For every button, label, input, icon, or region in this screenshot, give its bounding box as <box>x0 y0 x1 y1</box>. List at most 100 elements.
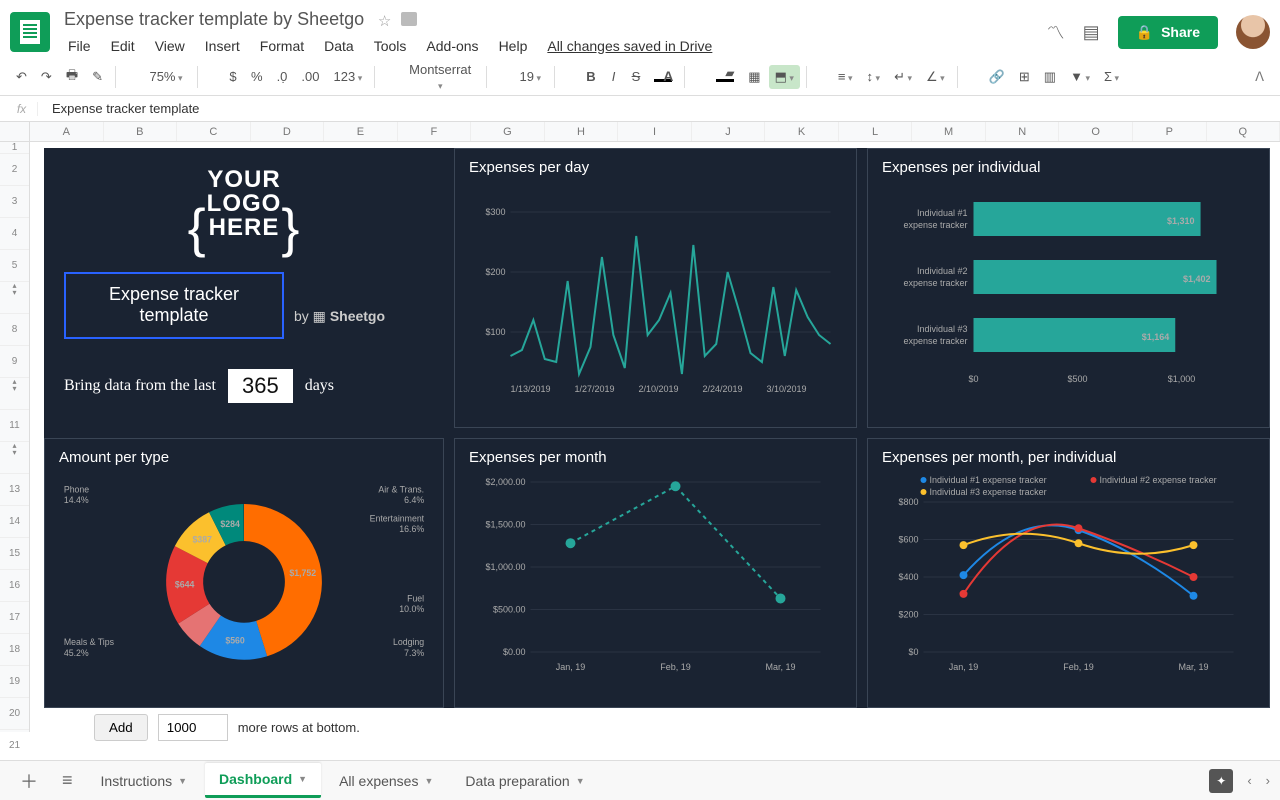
scroll-left-icon[interactable]: ‹ <box>1247 773 1251 788</box>
more-formats[interactable]: 123 <box>327 65 368 88</box>
functions-icon[interactable]: Σ <box>1098 65 1125 88</box>
col-header[interactable]: N <box>986 122 1060 141</box>
row-header[interactable]: 8 <box>0 314 29 346</box>
avatar[interactable] <box>1236 15 1270 49</box>
template-title-box[interactable]: Expense tracker template <box>64 272 284 339</box>
halign-button[interactable]: ≡ <box>832 65 859 88</box>
fill-color-button[interactable] <box>710 64 740 89</box>
row-header[interactable]: 18 <box>0 634 29 666</box>
row-header[interactable]: ▴▾ <box>0 282 29 314</box>
formula-input[interactable]: Expense tracker template <box>38 101 199 116</box>
redo-icon[interactable]: ↷ <box>35 65 58 89</box>
col-header[interactable]: M <box>912 122 986 141</box>
undo-icon[interactable]: ↶ <box>10 65 33 89</box>
row-header[interactable]: 13 <box>0 474 29 506</box>
col-header[interactable]: P <box>1133 122 1207 141</box>
menu-help[interactable]: Help <box>491 34 536 58</box>
menu-tools[interactable]: Tools <box>366 34 415 58</box>
menu-insert[interactable]: Insert <box>197 34 248 58</box>
filter-icon[interactable]: ▼ <box>1064 65 1096 88</box>
scroll-right-icon[interactable]: › <box>1266 773 1270 788</box>
zoom-select[interactable]: 75% <box>141 65 191 88</box>
strike-button[interactable]: S <box>626 65 647 88</box>
row-header[interactable]: 3 <box>0 186 29 218</box>
link-icon[interactable]: 🔗 <box>983 65 1011 89</box>
menu-edit[interactable]: Edit <box>103 34 143 58</box>
row-header[interactable]: 14 <box>0 506 29 538</box>
row-header[interactable]: 15 <box>0 538 29 570</box>
percent-icon[interactable]: % <box>245 65 269 88</box>
dec-decrease-icon[interactable]: .0̣ <box>271 65 294 88</box>
row-header[interactable]: ▴▾ <box>0 378 29 410</box>
all-sheets-icon[interactable]: ≡ <box>52 770 83 791</box>
comment-icon[interactable]: ▤ <box>1083 22 1100 43</box>
menu-add-ons[interactable]: Add-ons <box>418 34 486 58</box>
bold-button[interactable]: B <box>580 65 601 88</box>
menu-format[interactable]: Format <box>252 34 312 58</box>
row-header[interactable]: 16 <box>0 570 29 602</box>
row-header[interactable]: ▴▾ <box>0 442 29 474</box>
rotate-button[interactable]: ∠ <box>920 65 951 89</box>
row-header[interactable]: 1 <box>0 142 29 154</box>
share-button[interactable]: 🔒Share <box>1118 16 1218 49</box>
row-header[interactable]: 19 <box>0 666 29 698</box>
add-rows-input[interactable] <box>158 714 228 741</box>
row-header[interactable]: 11 <box>0 410 29 442</box>
col-header[interactable]: B <box>104 122 178 141</box>
days-input[interactable]: 365 <box>228 369 293 403</box>
col-header[interactable]: K <box>765 122 839 141</box>
svg-text:Individual #3: Individual #3 <box>917 324 968 334</box>
font-size-select[interactable]: 19 <box>512 65 548 88</box>
add-sheet-icon[interactable]: ＋ <box>10 768 48 794</box>
tab-instructions[interactable]: Instructions▼ <box>87 763 202 798</box>
col-header[interactable]: D <box>251 122 325 141</box>
col-header[interactable]: J <box>692 122 766 141</box>
col-header[interactable]: E <box>324 122 398 141</box>
row-header[interactable]: 4 <box>0 218 29 250</box>
row-header[interactable]: 5 <box>0 250 29 282</box>
row-header[interactable]: 21 <box>0 730 29 762</box>
merge-button[interactable]: ⬒ <box>769 65 800 89</box>
currency-icon[interactable]: $ <box>223 65 243 88</box>
tab-data-preparation[interactable]: Data preparation▼ <box>451 763 598 798</box>
font-family-select[interactable]: Montserrat <box>400 58 480 96</box>
row-header[interactable]: 2 <box>0 154 29 186</box>
row-header[interactable]: 20 <box>0 698 29 730</box>
col-header[interactable]: C <box>177 122 251 141</box>
star-icon[interactable]: ☆ <box>378 12 391 30</box>
col-header[interactable]: A <box>30 122 104 141</box>
dec-increase-icon[interactable]: .00 <box>295 65 325 88</box>
col-header[interactable]: F <box>398 122 472 141</box>
valign-button[interactable]: ↕ <box>861 65 887 88</box>
add-rows-button[interactable]: Add <box>94 714 148 741</box>
menu-data[interactable]: Data <box>316 34 362 58</box>
paint-format-icon[interactable]: ✎ <box>86 65 109 89</box>
sheets-app-icon[interactable] <box>10 12 50 52</box>
trend-icon[interactable]: 〽 <box>1047 19 1065 45</box>
text-color-button[interactable] <box>648 64 678 89</box>
menu-file[interactable]: File <box>60 34 99 58</box>
tab-all-expenses[interactable]: All expenses▼ <box>325 763 447 798</box>
col-header[interactable]: L <box>839 122 913 141</box>
row-header[interactable]: 17 <box>0 602 29 634</box>
print-icon[interactable]: 🖶 <box>60 62 84 92</box>
comment-insert-icon[interactable]: ⊞ <box>1013 65 1036 89</box>
borders-button[interactable]: ▦ <box>742 65 766 89</box>
col-header[interactable]: Q <box>1207 122 1280 141</box>
col-header[interactable]: G <box>471 122 545 141</box>
wrap-button[interactable]: ↵ <box>888 65 918 89</box>
col-header[interactable]: I <box>618 122 692 141</box>
italic-button[interactable]: I <box>604 65 624 88</box>
folder-icon[interactable] <box>401 12 417 26</box>
col-header[interactable]: H <box>545 122 619 141</box>
menu-view[interactable]: View <box>147 34 193 58</box>
col-header[interactable]: O <box>1059 122 1133 141</box>
tab-dashboard[interactable]: Dashboard▼ <box>205 763 321 798</box>
doc-title[interactable]: Expense tracker template by Sheetgo <box>60 7 368 32</box>
explore-button[interactable]: ✦ <box>1209 769 1233 793</box>
fx-icon[interactable]: fx <box>6 102 38 116</box>
collapse-toolbar-icon[interactable]: ᐱ <box>1249 65 1270 89</box>
chart-insert-icon[interactable]: ▥ <box>1038 65 1062 89</box>
row-header[interactable]: 9 <box>0 346 29 378</box>
svg-text:Mar, 19: Mar, 19 <box>765 662 795 672</box>
